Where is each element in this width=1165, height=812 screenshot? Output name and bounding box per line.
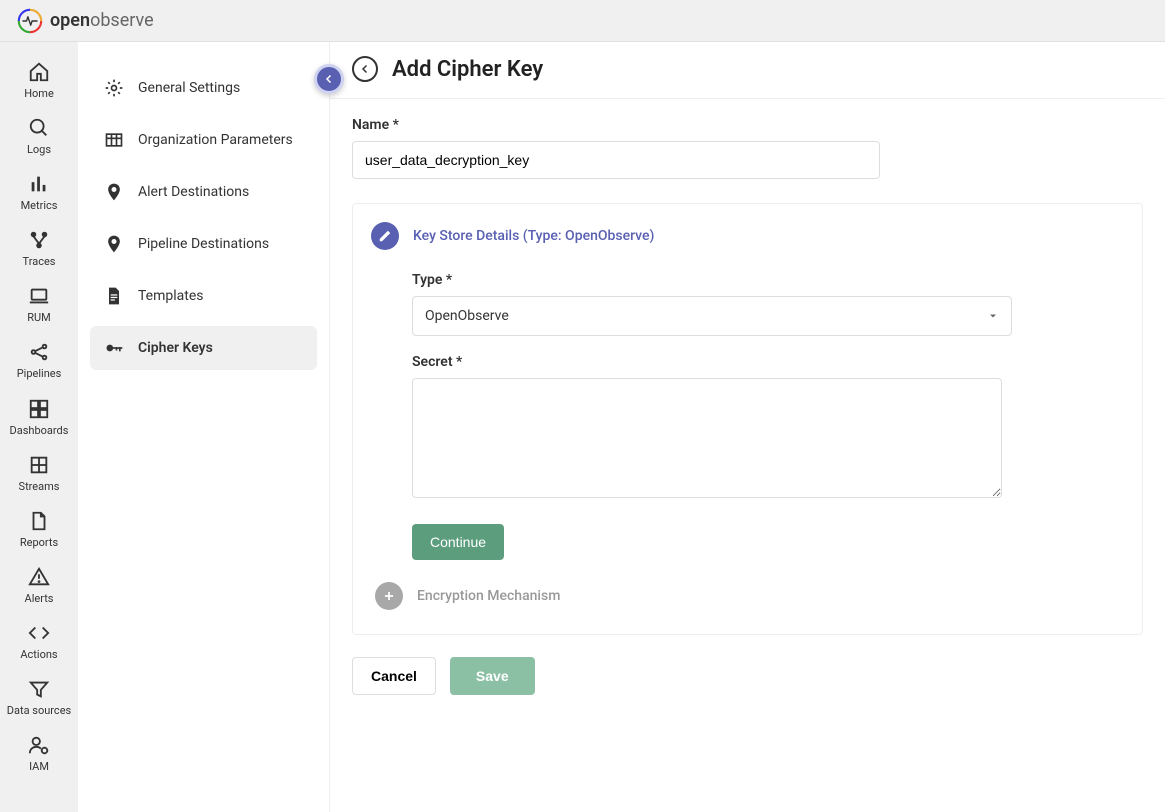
nav-alerts[interactable]: Alerts bbox=[4, 557, 74, 611]
step-keystore-card: Key Store Details (Type: OpenObserve) Ty… bbox=[352, 203, 1143, 635]
type-select-value: OpenObserve bbox=[425, 308, 509, 324]
settings-label: Pipeline Destinations bbox=[138, 236, 269, 252]
settings-alert-dest[interactable]: Alert Destinations bbox=[90, 170, 317, 214]
type-label: Type * bbox=[412, 272, 1124, 288]
user-cog-icon bbox=[27, 733, 51, 757]
settings-general[interactable]: General Settings bbox=[90, 66, 317, 110]
back-button[interactable] bbox=[352, 56, 378, 82]
name-input[interactable] bbox=[352, 141, 880, 179]
nav-traces[interactable]: Traces bbox=[4, 220, 74, 274]
chevron-down-icon bbox=[987, 310, 999, 322]
settings-label: General Settings bbox=[138, 80, 240, 96]
content: Add Cipher Key Name * Key Store Details … bbox=[330, 42, 1165, 812]
save-button[interactable]: Save bbox=[450, 657, 535, 695]
traces-icon bbox=[27, 228, 51, 252]
continue-button[interactable]: Continue bbox=[412, 524, 504, 560]
collapse-handle[interactable] bbox=[314, 64, 344, 94]
settings-label: Cipher Keys bbox=[138, 340, 213, 356]
cancel-button[interactable]: Cancel bbox=[352, 657, 436, 695]
bars-icon bbox=[27, 172, 51, 196]
brand-name: openobserve bbox=[50, 10, 154, 31]
nav-actions[interactable]: Actions bbox=[4, 613, 74, 667]
settings-nav: General Settings Organization Parameters… bbox=[78, 42, 330, 812]
settings-label: Organization Parameters bbox=[138, 132, 293, 148]
topbar: openobserve bbox=[0, 0, 1165, 42]
share-icon bbox=[27, 340, 51, 364]
settings-org[interactable]: Organization Parameters bbox=[90, 118, 317, 162]
logo-icon bbox=[16, 7, 44, 35]
settings-label: Templates bbox=[138, 288, 204, 304]
edit-badge-icon bbox=[371, 222, 399, 250]
nav-datasources[interactable]: Data sources bbox=[4, 669, 74, 723]
nav-iam[interactable]: IAM bbox=[4, 725, 74, 779]
document-icon bbox=[104, 286, 124, 306]
nav-streams[interactable]: Streams bbox=[4, 445, 74, 499]
settings-cipher-keys[interactable]: Cipher Keys bbox=[90, 326, 317, 370]
home-icon bbox=[27, 60, 51, 84]
nav-metrics[interactable]: Metrics bbox=[4, 164, 74, 218]
secret-input[interactable] bbox=[412, 378, 1002, 498]
name-label: Name * bbox=[352, 117, 1143, 133]
pin-icon bbox=[104, 234, 124, 254]
settings-pipe-dest[interactable]: Pipeline Destinations bbox=[90, 222, 317, 266]
nav-home[interactable]: Home bbox=[4, 52, 74, 106]
page-title: Add Cipher Key bbox=[392, 57, 543, 82]
nav-reports[interactable]: Reports bbox=[4, 501, 74, 555]
nav-dashboards[interactable]: Dashboards bbox=[4, 389, 74, 443]
nav-pipelines[interactable]: Pipelines bbox=[4, 332, 74, 386]
box-icon bbox=[27, 453, 51, 477]
nav-logs[interactable]: Logs bbox=[4, 108, 74, 162]
pin-icon bbox=[104, 182, 124, 202]
footer-actions: Cancel Save bbox=[352, 639, 1143, 695]
file-icon bbox=[27, 509, 51, 533]
alert-icon bbox=[27, 565, 51, 589]
gear-icon bbox=[104, 78, 124, 98]
step1-title: Key Store Details (Type: OpenObserve) bbox=[413, 228, 654, 244]
laptop-icon bbox=[27, 284, 51, 308]
code-icon bbox=[27, 621, 51, 645]
search-icon bbox=[27, 116, 51, 140]
brand-logo[interactable]: openobserve bbox=[16, 7, 154, 35]
filter-icon bbox=[27, 677, 51, 701]
step2-title: Encryption Mechanism bbox=[417, 588, 560, 604]
settings-label: Alert Destinations bbox=[138, 184, 249, 200]
plus-badge-icon bbox=[375, 582, 403, 610]
type-select[interactable]: OpenObserve bbox=[412, 296, 1012, 336]
secret-label: Secret * bbox=[412, 354, 1124, 370]
chevron-left-icon bbox=[323, 73, 335, 85]
chevron-left-icon bbox=[359, 63, 371, 75]
settings-templates[interactable]: Templates bbox=[90, 274, 317, 318]
nav-rum[interactable]: RUM bbox=[4, 276, 74, 330]
page-header: Add Cipher Key bbox=[330, 42, 1165, 99]
grid-icon bbox=[27, 397, 51, 421]
table-icon bbox=[104, 130, 124, 150]
key-icon bbox=[104, 338, 124, 358]
icon-nav: Home Logs Metrics Traces RUM Pipelines D… bbox=[0, 42, 78, 812]
